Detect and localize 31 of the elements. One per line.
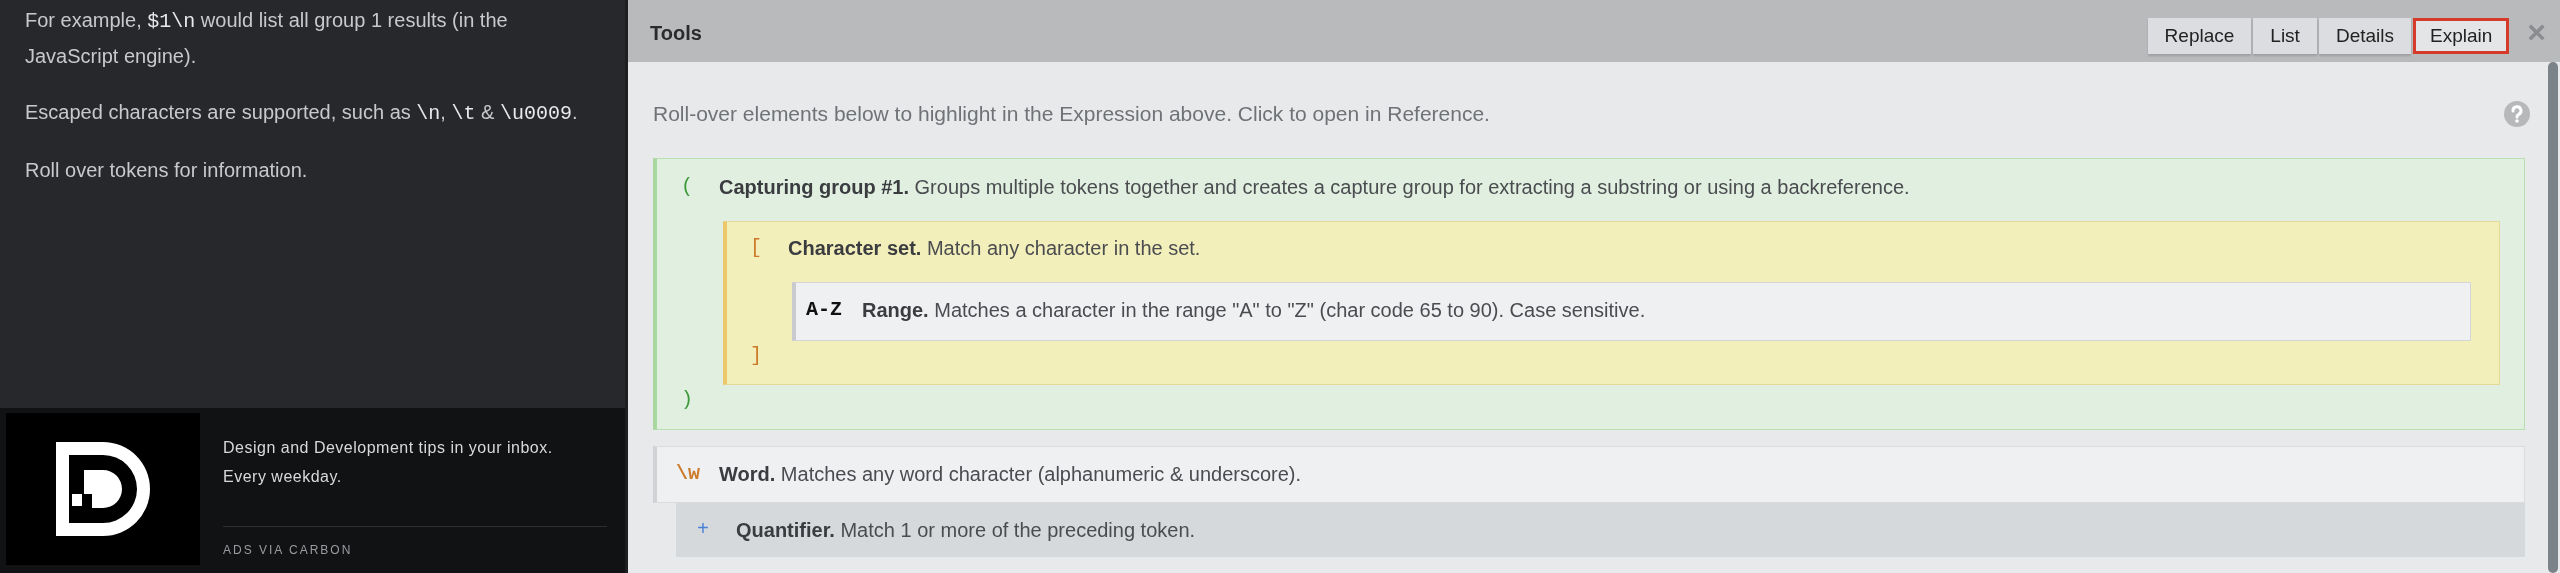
intro-text: Roll-over elements below to highlight in the Expression above. Click to open in Reference. <box>653 101 1490 127</box>
token-description: Capturing group #1. Groups multiple tokens together and creates a capture group for extracting a substring or using a backreference. <box>719 174 1910 200</box>
ad-attribution[interactable]: ADS VIA CARBON <box>223 543 353 557</box>
token-row[interactable]: + Quantifier. Match 1 or more of the preceding token. <box>676 502 2525 557</box>
help-icon[interactable] <box>2504 100 2530 127</box>
panel-title: Tools <box>650 21 702 46</box>
token-symbol: \w <box>676 460 701 487</box>
token-symbol: A-Z <box>806 296 843 323</box>
help-paragraph: Roll over tokens for information. <box>25 158 309 183</box>
token-description: Range. Matches a character in the range "A" to "Z" (char code 65 to 90). Case sensitive. <box>862 297 1646 323</box>
token-description: Quantifier. Match 1 or more of the preceding token. <box>736 517 1196 543</box>
tab-button[interactable]: Explain <box>2413 18 2510 54</box>
token-symbol: ) <box>681 386 694 413</box>
tab-button[interactable]: List <box>2253 18 2317 54</box>
scrollbar[interactable] <box>2548 62 2558 573</box>
range-card[interactable]: A-Z Range. Matches a character in the range "A" to "Z" (char code 65 to 90). Case sensitive. <box>792 281 2471 341</box>
token-symbol: ] <box>750 342 763 369</box>
set-card[interactable]: [ Character set. Match any character in the set. A-Z Range. Matches a character in the range "A" to "Z" (char code 65 to 90). Case sensitive. ] <box>723 220 2500 385</box>
tab-button[interactable]: Details <box>2318 18 2411 54</box>
ad-image[interactable] <box>6 413 200 565</box>
token-row[interactable]: \w Word. Matches any word character (alphanumeric & underscore). <box>653 445 2525 503</box>
help-paragraph: For example, $1\n would list all group 1 results (in the JavaScript engine). <box>25 8 509 69</box>
token-symbol: ( <box>681 173 694 200</box>
tab-button[interactable]: Replace <box>2147 18 2252 54</box>
token-symbol: + <box>697 516 710 543</box>
token-symbol: [ <box>750 234 763 261</box>
group-card[interactable] <box>653 157 2525 430</box>
ad-text[interactable]: Design and Development tips in your inbox. Every weekday. <box>223 413 563 491</box>
token-description: Word. Matches any word character (alphanumeric & underscore). <box>719 461 1302 487</box>
token-description: Character set. Match any character in the set. <box>788 235 1201 261</box>
help-paragraph: Escaped characters are supported, such as \n, \t & \u0009. <box>25 100 579 127</box>
